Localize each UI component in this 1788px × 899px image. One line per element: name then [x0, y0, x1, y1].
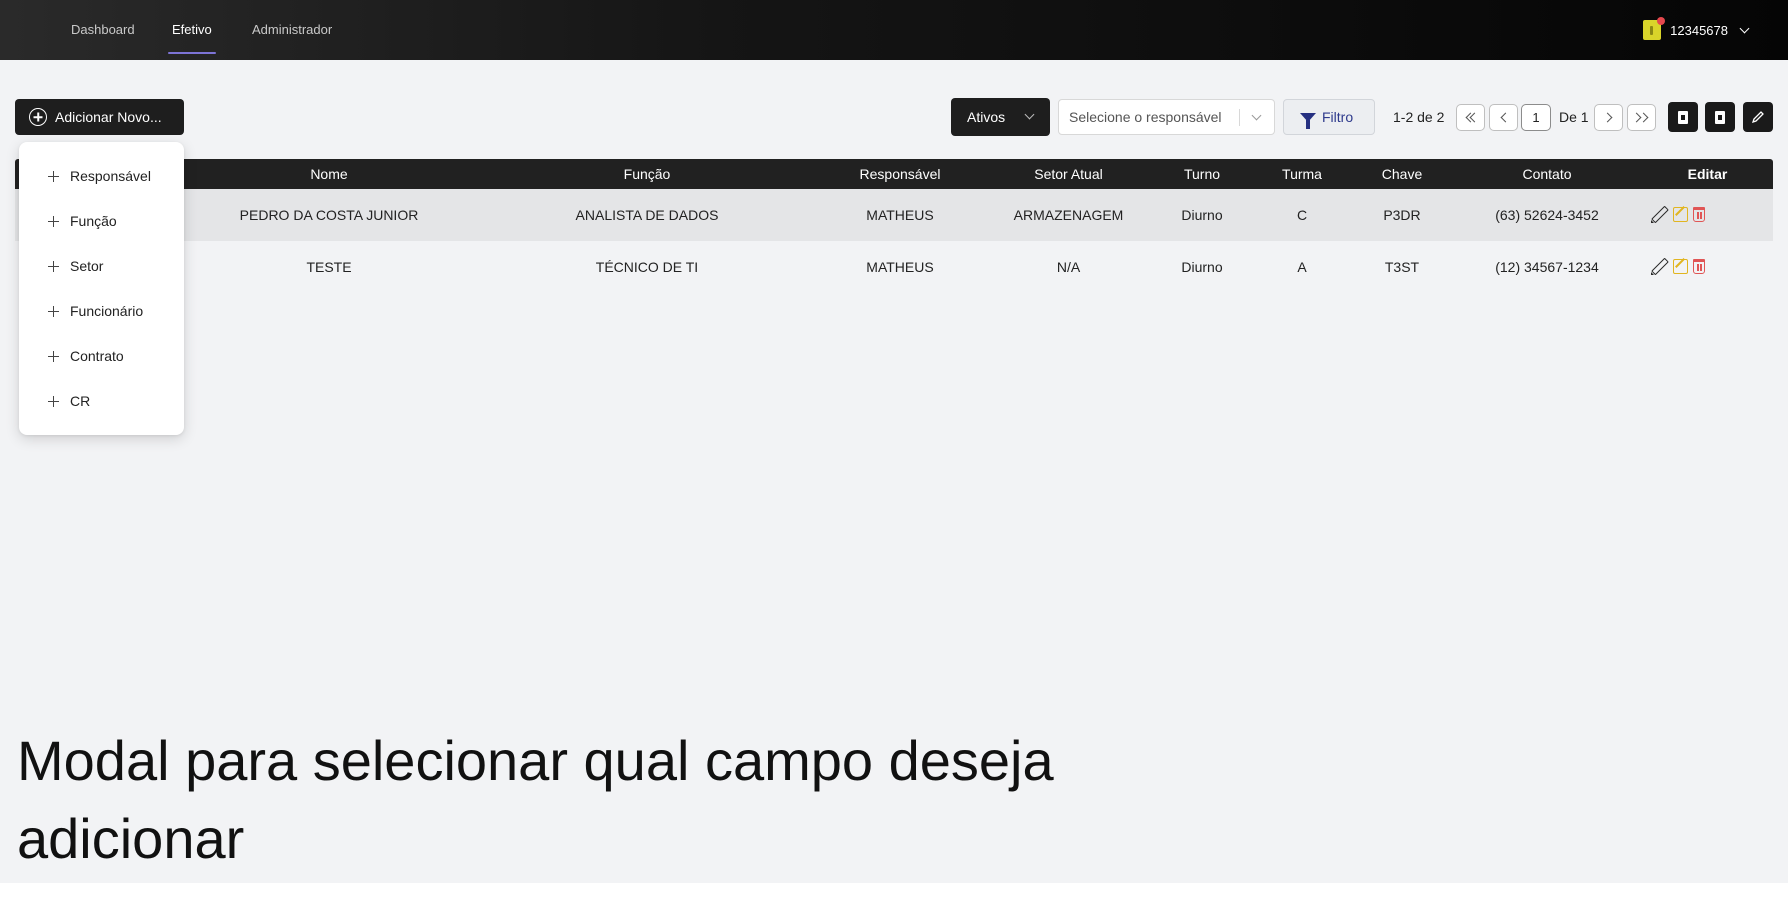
responsavel-select-placeholder: Selecione o responsável	[1069, 109, 1222, 125]
chevron-down-icon	[1739, 23, 1750, 33]
next-page-button[interactable]	[1594, 104, 1623, 131]
menu-item-setor[interactable]: Setor	[19, 251, 184, 281]
app-root: Dashboard Efetivo Administrador 12345678…	[0, 0, 1788, 883]
efetivo-table: Nome Função Responsável Setor Atual Turn…	[15, 159, 1773, 293]
nav-dashboard[interactable]: Dashboard	[71, 0, 135, 60]
add-new-button[interactable]: Adicionar Novo...	[15, 99, 184, 135]
cell-contato: (63) 52624-3452	[1495, 207, 1599, 223]
chevron-left-icon	[1500, 112, 1510, 123]
last-page-button[interactable]	[1627, 104, 1656, 131]
top-navbar: Dashboard Efetivo Administrador 12345678	[0, 0, 1788, 60]
document-upload-icon	[1715, 110, 1725, 124]
cell-contato: (12) 34567-1234	[1495, 259, 1599, 275]
user-avatar-icon	[1643, 17, 1666, 40]
add-new-menu: Responsável Função Setor Funcionário Con…	[19, 142, 184, 435]
bulk-edit-button[interactable]	[1743, 102, 1773, 132]
col-header-editar: Editar	[1687, 166, 1728, 182]
plus-circle-icon	[29, 108, 47, 126]
cell-turma: C	[1296, 207, 1308, 223]
cell-setor: ARMAZENAGEM	[1013, 207, 1124, 223]
pencil-icon	[1751, 111, 1764, 124]
col-header-responsavel: Responsável	[859, 166, 941, 182]
col-header-contato: Contato	[1522, 166, 1572, 182]
plus-icon	[48, 395, 59, 407]
plus-icon	[48, 215, 59, 227]
caption-text: Modal para selecionar qual campo deseja …	[17, 729, 1054, 870]
plus-icon	[48, 170, 59, 182]
cell-nome: PEDRO DA COSTA JUNIOR	[239, 207, 419, 223]
cell-nome: TESTE	[306, 259, 352, 275]
cell-chave: T3ST	[1384, 259, 1420, 275]
nav-administrador[interactable]: Administrador	[252, 0, 332, 60]
cell-responsavel: MATHEUS	[866, 207, 934, 223]
cell-chave: P3DR	[1383, 207, 1421, 223]
menu-item-label: CR	[70, 393, 91, 409]
user-id: 12345678	[1670, 22, 1728, 38]
trash-icon[interactable]	[1693, 259, 1705, 274]
export-button[interactable]	[1668, 102, 1698, 132]
user-menu[interactable]: 12345678	[1643, 17, 1750, 43]
table-row[interactable]: PEDRO DA COSTA JUNIOR ANALISTA DE DADOS …	[15, 189, 1773, 241]
cell-funcao: ANALISTA DE DADOS	[575, 207, 719, 223]
cell-turno: Diurno	[1181, 259, 1223, 275]
chevron-right-icon	[1602, 112, 1612, 123]
table-row[interactable]: TESTE TÉCNICO DE TI MATHEUS N/A Diurno A…	[15, 241, 1773, 293]
trash-icon[interactable]	[1693, 207, 1705, 222]
prev-page-button[interactable]	[1489, 104, 1518, 131]
nav-efetivo[interactable]: Efetivo	[168, 0, 216, 60]
filter-label: Filtro	[1322, 109, 1354, 125]
menu-item-label: Contrato	[70, 348, 124, 364]
cell-funcao: TÉCNICO DE TI	[595, 259, 699, 275]
add-new-label: Adicionar Novo...	[55, 109, 162, 125]
plus-icon	[48, 305, 59, 317]
col-header-turno: Turno	[1183, 166, 1221, 182]
plus-icon	[48, 350, 59, 362]
filter-button[interactable]: Filtro	[1283, 99, 1375, 135]
menu-item-funcionario[interactable]: Funcionário	[19, 296, 184, 326]
edit-pencil-icon[interactable]	[1649, 257, 1668, 276]
pagination-range: 1-2 de 2	[1393, 109, 1445, 125]
col-header-funcao: Função	[623, 166, 671, 182]
cell-turma: A	[1297, 259, 1307, 275]
menu-item-contrato[interactable]: Contrato	[19, 341, 184, 371]
edit-square-icon[interactable]	[1673, 207, 1688, 222]
edit-square-icon[interactable]	[1673, 259, 1688, 274]
cell-setor: N/A	[1056, 259, 1081, 275]
menu-item-label: Funcionário	[70, 303, 144, 319]
menu-item-label: Função	[70, 213, 117, 229]
menu-item-funcao[interactable]: Função	[19, 206, 184, 236]
cell-responsavel: MATHEUS	[866, 259, 934, 275]
col-header-chave: Chave	[1381, 166, 1423, 182]
menu-item-label: Setor	[70, 258, 104, 274]
current-page-input[interactable]: 1	[1521, 104, 1551, 131]
menu-item-responsavel[interactable]: Responsável	[19, 161, 184, 191]
notification-dot-icon	[1657, 17, 1666, 25]
funnel-icon	[1300, 112, 1316, 129]
edit-pencil-icon[interactable]	[1649, 205, 1668, 224]
chevron-down-icon	[1251, 110, 1262, 121]
table-header: Nome Função Responsável Setor Atual Turn…	[15, 159, 1773, 189]
menu-item-cr[interactable]: CR	[19, 386, 184, 416]
status-select-value: Ativos	[967, 109, 1006, 125]
col-header-setor: Setor Atual	[1034, 166, 1103, 182]
row-actions	[1649, 205, 1705, 224]
col-header-nome: Nome	[310, 166, 348, 182]
col-header-turma: Turma	[1282, 166, 1322, 182]
import-button[interactable]	[1705, 102, 1735, 132]
document-download-icon	[1678, 110, 1688, 124]
cell-turno: Diurno	[1181, 207, 1223, 223]
row-actions	[1649, 257, 1705, 276]
plus-icon	[48, 260, 59, 272]
status-select[interactable]: Ativos	[951, 98, 1050, 136]
menu-item-label: Responsável	[70, 168, 151, 184]
responsavel-select[interactable]: Selecione o responsável	[1058, 99, 1275, 135]
chevron-down-icon	[1024, 109, 1035, 120]
first-page-button[interactable]	[1456, 104, 1485, 131]
page-total: De 1	[1559, 109, 1589, 125]
